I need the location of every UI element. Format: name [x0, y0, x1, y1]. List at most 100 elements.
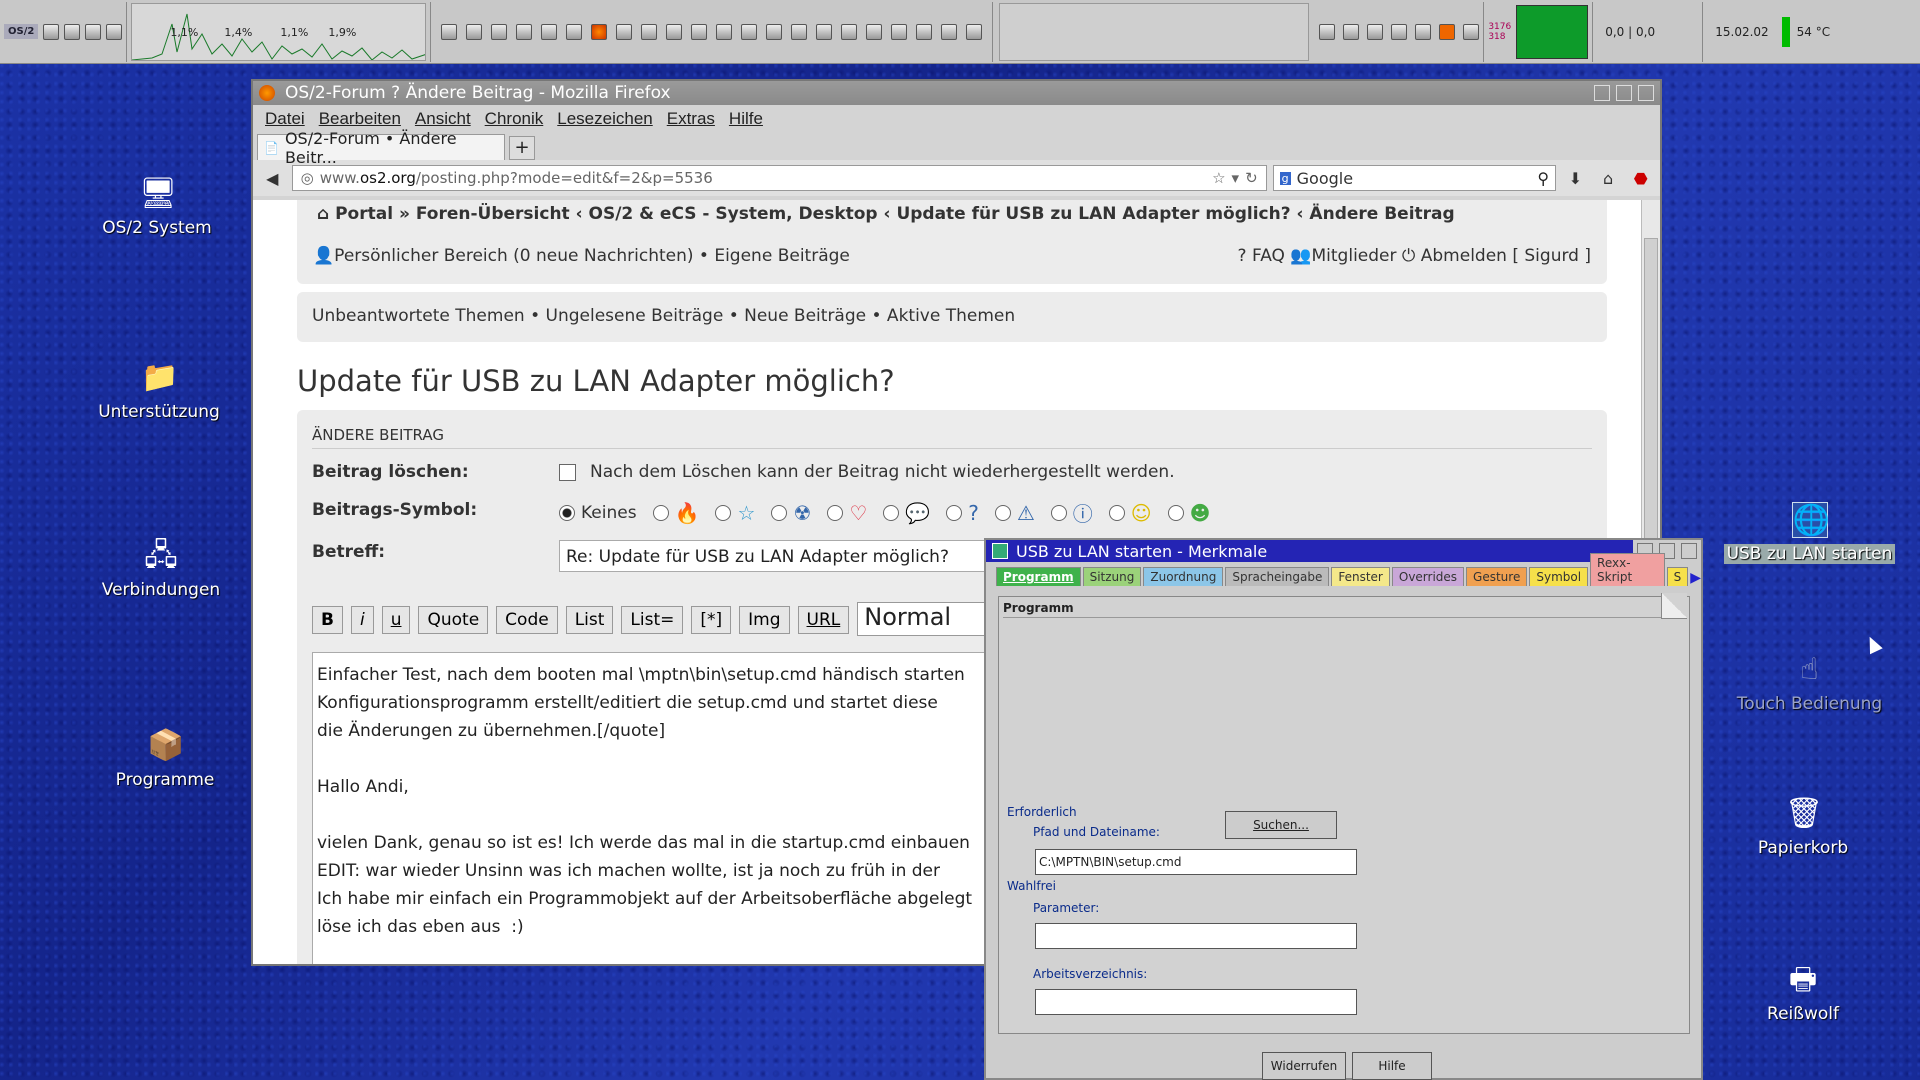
windows-list-icon[interactable] [64, 23, 81, 40]
breadcrumb[interactable]: ⌂ Portal » Foren-Übersicht ‹ OS/2 & eCS … [317, 204, 1455, 224]
desktop-icon-verbindungen[interactable]: 🖧 Verbindungen [86, 538, 236, 600]
tab-os2-forum[interactable]: 📄 OS/2-Forum • Ändere Beitr... [257, 129, 505, 167]
launch-icon-6[interactable] [566, 23, 583, 40]
desktop-icon-reisswolf[interactable]: 🖶 Reißwolf [1728, 962, 1878, 1024]
tray-icon-2[interactable] [1343, 23, 1360, 40]
workdir-input[interactable] [1035, 989, 1357, 1015]
launch-icon-16[interactable] [816, 23, 833, 40]
tab-sitzung[interactable]: Sitzung [1082, 567, 1142, 586]
img-button[interactable]: Img [739, 606, 790, 634]
launch-icon-5[interactable] [541, 23, 558, 40]
adblock-icon[interactable]: ⬣ [1627, 169, 1654, 188]
tab-gesture[interactable]: Gesture [1466, 567, 1528, 586]
menu-datei[interactable]: Datei [265, 109, 305, 129]
launch-icon-8[interactable] [616, 23, 633, 40]
user-links[interactable]: 👤Persönlicher Bereich (0 neue Nachrichte… [313, 246, 850, 266]
launch-icon-13[interactable] [741, 23, 758, 40]
minimize-button[interactable] [1616, 85, 1632, 101]
faq-link[interactable]: FAQ [1252, 246, 1285, 266]
tray-icon-4[interactable] [1391, 23, 1408, 40]
launch-icon-18[interactable] [866, 23, 883, 40]
font-size-select[interactable]: Normal [857, 602, 988, 636]
launch-icon-19[interactable] [891, 23, 908, 40]
search-file-button[interactable]: Suchen... [1225, 811, 1337, 839]
list-button[interactable]: List [565, 606, 614, 634]
new-tab-button[interactable]: + [509, 136, 535, 160]
download-icon[interactable]: ⬇ [1562, 169, 1589, 188]
launch-icon-21[interactable] [941, 23, 958, 40]
desktop-icon-papierkorb[interactable]: 🗑 Papierkorb [1728, 796, 1878, 858]
find-icon[interactable] [85, 23, 102, 40]
quote-button[interactable]: Quote [418, 606, 489, 634]
list-item-button[interactable]: [*] [691, 606, 732, 634]
launch-icon-2[interactable] [466, 23, 483, 40]
symbol-info-radio[interactable] [1050, 504, 1067, 521]
tab-scroll-right-icon[interactable]: ▶ [1690, 570, 1701, 586]
help-button[interactable]: Hilfe [1352, 1052, 1432, 1080]
launch-icon-9[interactable] [641, 23, 658, 40]
symbol-none-radio[interactable] [559, 504, 575, 521]
home-icon[interactable]: ⌂ [1595, 169, 1622, 188]
ordered-list-button[interactable]: List= [621, 606, 684, 634]
url-dropdown-icon[interactable]: ▾ [1232, 169, 1240, 187]
symbol-fire-radio[interactable] [652, 504, 669, 521]
hide-button[interactable] [1594, 85, 1610, 101]
menu-hilfe[interactable]: Hilfe [729, 109, 763, 129]
page-dogear-icon[interactable] [1661, 593, 1687, 619]
symbol-heart-radio[interactable] [827, 504, 844, 521]
symbol-smile-radio[interactable] [1108, 504, 1125, 521]
launch-icon-12[interactable] [716, 23, 733, 40]
menu-chronik[interactable]: Chronik [485, 109, 544, 129]
tab-overrides[interactable]: Overrides [1391, 567, 1465, 586]
menu-ansicht[interactable]: Ansicht [415, 109, 471, 129]
symbol-radioactive-radio[interactable] [771, 504, 788, 521]
google-engine-icon[interactable]: g [1279, 171, 1291, 185]
launch-icon-11[interactable] [691, 23, 708, 40]
launch-icon-10[interactable] [666, 23, 683, 40]
symbol-star-radio[interactable] [715, 504, 732, 521]
parameters-input[interactable] [1035, 923, 1357, 949]
symbol-speech-radio[interactable] [883, 504, 900, 521]
tray-icon-3[interactable] [1367, 23, 1384, 40]
tab-programm[interactable]: Programm [996, 567, 1081, 586]
path-input[interactable]: C:\MPTN\BIN\setup.cmd [1035, 849, 1357, 875]
maximize-button[interactable] [1638, 85, 1654, 101]
desktop-icon-os2-system[interactable]: 🖥 OS/2 System [82, 176, 232, 238]
desktop-icon-programme[interactable]: 📦 Programme [90, 728, 240, 790]
bookmark-star-icon[interactable]: ☆ [1212, 169, 1225, 187]
search-bar[interactable]: g Google ⚲ [1272, 165, 1557, 191]
tray-icon-5[interactable] [1415, 23, 1432, 40]
menu-bearbeiten[interactable]: Bearbeiten [319, 109, 401, 129]
tab-symbol[interactable]: Symbol [1529, 567, 1589, 586]
lock-icon[interactable] [43, 23, 60, 40]
topic-title[interactable]: Update für USB zu LAN Adapter möglich? [297, 364, 895, 398]
tab-fenster[interactable]: Fenster [1331, 567, 1390, 586]
menu-extras[interactable]: Extras [667, 109, 715, 129]
desktop-icon-touch[interactable]: ☝ Touch Bedienung [1722, 652, 1897, 714]
url-button[interactable]: URL [797, 606, 850, 634]
reload-icon[interactable]: ↻ [1245, 169, 1258, 187]
delete-checkbox[interactable] [559, 463, 576, 481]
tab-more[interactable]: S [1666, 567, 1689, 586]
italic-button[interactable]: i [350, 606, 374, 634]
symbol-grin-radio[interactable] [1167, 504, 1184, 521]
tray-icon-6[interactable] [1439, 23, 1456, 40]
firefox-titlebar[interactable]: OS/2-Forum ? Ändere Beitrag - Mozilla Fi… [253, 81, 1660, 105]
symbol-question-radio[interactable] [946, 504, 963, 521]
launch-icon-20[interactable] [916, 23, 933, 40]
desktop-icon-usb-lan[interactable]: 🌐 USB zu LAN starten [1722, 502, 1897, 564]
tab-rexx-skript[interactable]: Rexx-Skript [1590, 553, 1665, 586]
quick-links[interactable]: Unbeantwortete Themen • Ungelesene Beitr… [297, 292, 1607, 342]
dialog-maximize-button[interactable] [1681, 543, 1697, 559]
tray-icon-1[interactable] [1319, 23, 1336, 40]
os2-logo[interactable]: OS/2 [4, 24, 39, 39]
back-icon[interactable]: ◀ [259, 169, 286, 188]
search-icon[interactable]: ⚲ [1537, 169, 1549, 188]
launch-icon-22[interactable] [966, 23, 983, 40]
undo-button[interactable]: Widerrufen [1262, 1052, 1346, 1080]
symbol-warning-radio[interactable] [994, 504, 1011, 521]
tab-zuordnung[interactable]: Zuordnung [1143, 567, 1224, 586]
tab-spracheingabe[interactable]: Spracheingabe [1225, 567, 1330, 586]
bold-button[interactable]: B [312, 606, 343, 634]
launch-icon-15[interactable] [791, 23, 808, 40]
